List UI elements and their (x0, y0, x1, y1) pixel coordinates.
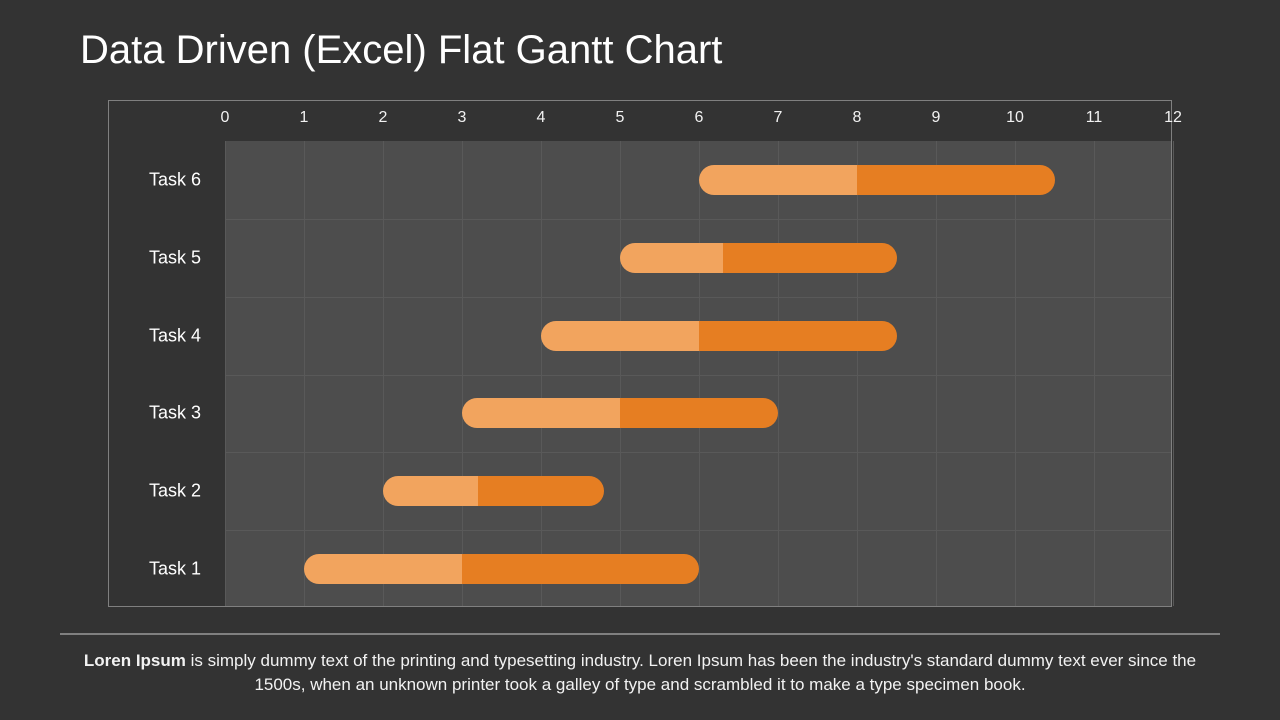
x-tick: 11 (1086, 109, 1103, 127)
footer-bold: Loren Ipsum (84, 651, 186, 670)
gantt-bar-segment-a (620, 243, 723, 273)
x-tick: 4 (537, 109, 546, 127)
gantt-bar-segment-a (541, 321, 699, 351)
task-label: Task 3 (149, 403, 225, 424)
grid-vline (1094, 141, 1095, 606)
task-label: Task 2 (149, 481, 225, 502)
grid-hline (225, 375, 1171, 376)
task-label: Task 6 (149, 169, 225, 190)
task-label: Task 5 (149, 247, 225, 268)
grid-hline (225, 297, 1171, 298)
x-tick: 10 (1006, 109, 1024, 127)
grid-vline (1173, 141, 1174, 606)
gantt-bar-segment-a (699, 165, 857, 195)
gantt-bar (462, 398, 778, 428)
gantt-bar-segment-b (699, 321, 897, 351)
grid-vline (462, 141, 463, 606)
grid-vline (620, 141, 621, 606)
grid-area (225, 141, 1171, 606)
x-tick: 0 (221, 109, 230, 127)
grid-vline (936, 141, 937, 606)
grid-vline (1015, 141, 1016, 606)
grid-vline (778, 141, 779, 606)
gantt-bar-segment-a (462, 398, 620, 428)
y-axis-labels: Task 6 Task 5 Task 4 Task 3 Task 2 Task 1 (109, 101, 225, 606)
x-tick: 12 (1164, 109, 1182, 127)
gantt-bar (383, 476, 604, 506)
x-tick: 2 (379, 109, 388, 127)
grid-hline (225, 452, 1171, 453)
plot-area: 0123456789101112 (225, 101, 1171, 606)
task-label: Task 1 (149, 559, 225, 580)
page-title: Data Driven (Excel) Flat Gantt Chart (80, 28, 722, 73)
grid-vline (699, 141, 700, 606)
grid-vline (383, 141, 384, 606)
gantt-bar-segment-b (462, 554, 699, 584)
x-tick: 3 (458, 109, 467, 127)
x-tick: 9 (932, 109, 941, 127)
grid-vline (857, 141, 858, 606)
gantt-bar (620, 243, 897, 273)
grid-hline (225, 219, 1171, 220)
gantt-bar (541, 321, 897, 351)
x-tick: 1 (300, 109, 309, 127)
x-tick: 5 (616, 109, 625, 127)
x-tick: 6 (695, 109, 704, 127)
grid-hline (225, 530, 1171, 531)
x-tick: 7 (774, 109, 783, 127)
grid-vline (225, 141, 226, 606)
gantt-bar-segment-b (478, 476, 604, 506)
x-tick: 8 (853, 109, 862, 127)
gantt-bar-segment-b (620, 398, 778, 428)
task-label: Task 4 (149, 325, 225, 346)
gantt-chart: Task 6 Task 5 Task 4 Task 3 Task 2 Task 1 0 1 2… (108, 100, 1172, 607)
gantt-bar-segment-b (857, 165, 1055, 195)
gantt-bar (699, 165, 1055, 195)
footer-caption: Loren Ipsum is simply dummy text of the … (60, 633, 1220, 696)
gantt-bar-segment-a (304, 554, 462, 584)
footer-text: is simply dummy text of the printing and… (186, 651, 1196, 693)
x-axis-ticks: 0123456789101112 (225, 101, 1171, 141)
gantt-bar-segment-b (723, 243, 897, 273)
gantt-bar (304, 554, 699, 584)
gantt-bar-segment-a (383, 476, 478, 506)
grid-vline (541, 141, 542, 606)
grid-vline (304, 141, 305, 606)
